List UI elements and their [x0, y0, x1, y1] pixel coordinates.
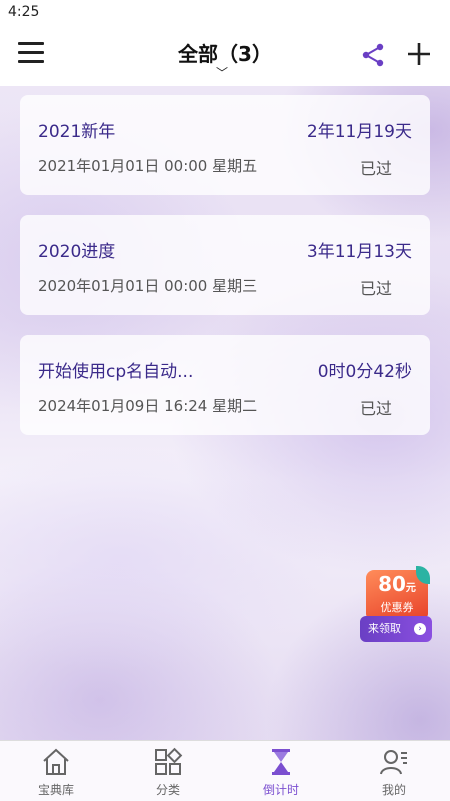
event-status: 已过	[359, 279, 392, 298]
tab-label: 我的	[381, 783, 406, 797]
event-countdown: 0时0分42秒	[317, 362, 412, 382]
tab-category[interactable]: 分类	[112, 741, 224, 801]
tab-label: 分类	[155, 783, 180, 797]
coupon-label: 优惠券	[380, 601, 414, 614]
top-bar: 全部（3） ﹀	[0, 26, 450, 86]
category-title-dropdown[interactable]: 全部（3） ﹀	[150, 38, 300, 80]
page-title: 全部（3）	[178, 42, 272, 66]
event-status: 已过	[359, 399, 392, 418]
coupon-claim-button[interactable]: 来领取 ›	[360, 616, 432, 642]
event-datetime: 2024年01月09日 16:24 星期二	[38, 397, 258, 415]
event-name: 2021新年	[38, 122, 116, 142]
tab-countdown[interactable]: 倒计时	[225, 741, 337, 801]
event-name: 2020进度	[38, 242, 116, 262]
event-datetime: 2021年01月01日 00:00 星期五	[38, 157, 258, 175]
event-card[interactable]: 2020进度 3年11月13天 2020年01月01日 00:00 星期三 已过	[20, 215, 430, 315]
tab-profile[interactable]: 我的	[338, 741, 450, 801]
hourglass-icon	[272, 749, 290, 775]
event-status: 已过	[359, 159, 392, 178]
profile-icon	[380, 750, 407, 775]
status-time: 4:25	[8, 4, 40, 20]
chevron-down-icon: ﹀	[216, 66, 229, 80]
share-icon[interactable]	[360, 42, 386, 68]
add-icon[interactable]	[405, 40, 433, 68]
event-countdown: 2年11月19天	[306, 122, 412, 142]
tab-library[interactable]: 宝典库	[0, 741, 112, 801]
status-bar: 4:25	[0, 0, 450, 26]
coupon-badge[interactable]: 80元 优惠券 来领取 ›	[360, 566, 432, 646]
bottom-tab-bar: 宝典库 分类 倒计时 我的	[0, 740, 450, 801]
home-icon	[43, 748, 69, 775]
menu-icon[interactable]	[18, 42, 44, 66]
event-name: 开始使用cp名自动...	[38, 362, 194, 382]
event-card[interactable]: 2021新年 2年11月19天 2021年01月01日 00:00 星期五 已过	[20, 95, 430, 195]
event-card[interactable]: 开始使用cp名自动... 0时0分42秒 2024年01月09日 16:24 星…	[20, 335, 430, 435]
category-icon	[155, 747, 183, 775]
event-countdown: 3年11月13天	[306, 242, 412, 262]
tab-label: 宝典库	[37, 783, 74, 797]
tab-label: 倒计时	[262, 783, 299, 797]
event-datetime: 2020年01月01日 00:00 星期三	[38, 277, 258, 295]
arrow-right-icon: ›	[414, 623, 426, 635]
